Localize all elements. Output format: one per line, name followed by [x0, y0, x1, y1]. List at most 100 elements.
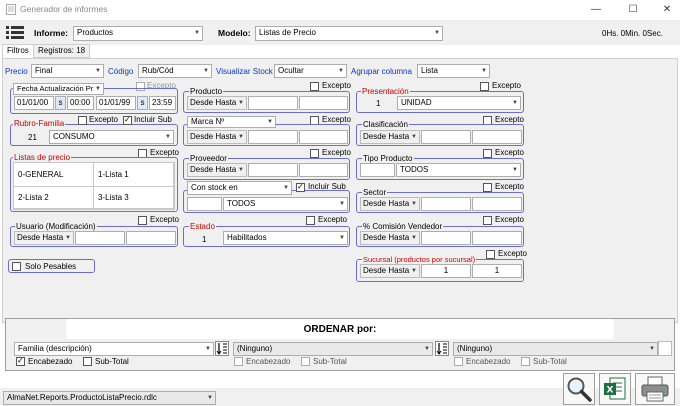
rubro-select[interactable]: CONSUMO ▼ [49, 130, 174, 144]
app-icon [6, 4, 16, 15]
col1-encabezado-checkbox[interactable] [16, 356, 25, 366]
sucursal-desde-hasta-button[interactable]: Desde Hasta ▼ [360, 264, 420, 278]
proveedor-excepto-checkbox[interactable] [310, 149, 319, 158]
sucursal-excepto-checkbox[interactable] [486, 250, 495, 259]
fecha-desde-picker-button[interactable]: s [55, 96, 66, 110]
stock-mode-select[interactable]: Con stock en ▼ [187, 181, 292, 195]
informe-label: Informe: [34, 28, 68, 38]
stock-incluir-sub-checkbox[interactable] [296, 182, 305, 192]
export-excel-button[interactable]: X [599, 373, 631, 405]
sector-desde-hasta-button[interactable]: Desde Hasta ▼ [360, 197, 420, 211]
maximize-button[interactable]: ☐ [620, 2, 646, 18]
marca-select[interactable]: Marca Nº ▼ [187, 116, 276, 128]
presentacion-select[interactable]: UNIDAD ▼ [397, 96, 521, 110]
usuario-desde-input[interactable] [75, 231, 125, 245]
stock-deposito-select[interactable]: TODOS ▼ [223, 197, 348, 211]
tipo-producto-title: Tipo Producto [362, 154, 414, 163]
sector-desde-input[interactable] [421, 197, 471, 211]
rubro-code: 21 [28, 133, 37, 142]
comision-desde-hasta-button[interactable]: Desde Hasta ▼ [360, 231, 420, 245]
fecha-field-select[interactable]: Fecha Actualización Pr ▼ [13, 83, 104, 95]
precio-select[interactable]: Final ▼ [31, 64, 104, 78]
agrupar-columna-select[interactable]: Lista ▼ [417, 64, 490, 78]
col3-subtotal-checkbox[interactable] [521, 357, 530, 366]
sector-excepto-checkbox[interactable] [483, 183, 492, 192]
tipo-producto-excepto-checkbox[interactable] [483, 149, 492, 158]
codigo-select[interactable]: Rub/Cód ▼ [138, 64, 212, 78]
marca-desde-hasta-button[interactable]: Desde Hasta ▼ [187, 130, 247, 144]
stock-incluir-sub-label: Incluir Sub [308, 182, 346, 191]
chevron-down-icon: ▼ [207, 395, 213, 401]
sort-order-icon[interactable] [658, 341, 672, 356]
minimize-button[interactable]: — [583, 2, 609, 18]
listas-excepto-label: Excepto [150, 148, 179, 157]
proveedor-desde-input[interactable] [248, 163, 298, 177]
ordenar-col3-select[interactable]: (Ninguno) ▼ [453, 342, 658, 356]
presentacion-excepto-label: Excepto [492, 81, 521, 90]
modelo-select[interactable]: Listas de Precio ▼ [255, 26, 443, 41]
fecha-hasta-date[interactable]: 01/01/99 [96, 96, 136, 110]
proveedor-desde-hasta-button[interactable]: Desde Hasta ▼ [187, 163, 247, 177]
clasificacion-hasta-input[interactable] [472, 130, 522, 144]
clasificacion-excepto-label: Excepto [495, 115, 524, 124]
tab-registros[interactable]: Registros: 18 [33, 44, 91, 58]
producto-desde-input[interactable] [248, 96, 298, 110]
col2-encabezado-checkbox[interactable] [234, 357, 243, 366]
comision-desde-input[interactable] [421, 231, 471, 245]
clasificacion-desde-hasta-button[interactable]: Desde Hasta ▼ [360, 130, 420, 144]
producto-excepto-checkbox[interactable] [310, 82, 319, 91]
usuario-hasta-input[interactable] [126, 231, 176, 245]
visualizar-stock-select[interactable]: Ocultar ▼ [274, 64, 347, 78]
producto-desde-hasta-button[interactable]: Desde Hasta ▼ [187, 96, 247, 110]
menu-icon[interactable] [5, 25, 25, 40]
proveedor-hasta-input[interactable] [299, 163, 348, 177]
marca-desde-input[interactable] [248, 130, 298, 144]
estado-select[interactable]: Habilitados ▼ [223, 231, 348, 245]
marca-hasta-input[interactable] [299, 130, 348, 144]
print-button[interactable] [635, 373, 675, 405]
sucursal-hasta-input[interactable]: 1 [472, 264, 522, 278]
comision-hasta-input[interactable] [472, 231, 522, 245]
estado-excepto-checkbox[interactable] [306, 216, 315, 225]
informe-select[interactable]: Productos ▼ [73, 26, 203, 41]
col3-encabezado-checkbox[interactable] [454, 357, 463, 366]
usuario-desde-hasta-button[interactable]: Desde Hasta ▼ [14, 231, 74, 245]
sucursal-desde-input[interactable]: 1 [421, 264, 471, 278]
report-file-select[interactable]: AlmaNet.Reports.ProductoListaPrecio.rdlc… [3, 391, 216, 405]
chevron-down-icon: ▼ [411, 134, 417, 140]
close-button[interactable]: ✕ [654, 2, 680, 18]
list-item[interactable]: 2-Lista 2 [14, 187, 94, 209]
tipo-producto-select[interactable]: TODOS ▼ [396, 163, 521, 177]
preview-button[interactable] [563, 373, 595, 405]
chevron-down-icon: ▼ [65, 235, 71, 241]
tipo-producto-code-input[interactable] [360, 163, 395, 177]
chevron-down-icon: ▼ [339, 201, 345, 207]
chevron-down-icon: ▼ [481, 68, 487, 74]
col3-encabezado-label: Encabezado [466, 357, 511, 366]
sort-order-icon[interactable] [215, 341, 229, 356]
tab-filtros[interactable]: Filtros [2, 44, 34, 58]
tipo-producto-excepto-label: Excepto [495, 148, 524, 157]
comision-excepto-checkbox[interactable] [483, 216, 492, 225]
fecha-desde-time[interactable]: 00:00 [67, 96, 94, 110]
col1-subtotal-checkbox[interactable] [83, 357, 92, 366]
list-item[interactable]: 0-GENERAL [14, 163, 94, 187]
rubro-excepto-checkbox[interactable] [78, 116, 87, 125]
rubro-incluir-sub-checkbox[interactable] [123, 115, 132, 125]
ordenar-col1-select[interactable]: Familia (descripción) ▼ [14, 342, 214, 356]
solo-pesables-checkbox[interactable] [12, 262, 21, 271]
sector-hasta-input[interactable] [472, 197, 522, 211]
col2-subtotal-checkbox[interactable] [301, 357, 310, 366]
usuario-excepto-checkbox[interactable] [138, 216, 147, 225]
list-item[interactable]: 3-Lista 3 [94, 187, 174, 209]
stock-code-input[interactable] [187, 197, 222, 211]
list-item[interactable]: 1-Lista 1 [94, 163, 174, 187]
ordenar-col2-select[interactable]: (Ninguno) ▼ [233, 342, 433, 356]
fecha-hasta-time[interactable]: 23:59 [149, 96, 176, 110]
presentacion-excepto-checkbox[interactable] [480, 82, 489, 91]
sort-order-icon[interactable] [435, 341, 449, 356]
fecha-hasta-picker-button[interactable]: s [137, 96, 148, 110]
fecha-desde-date[interactable]: 01/01/00 [14, 96, 54, 110]
producto-hasta-input[interactable] [299, 96, 348, 110]
clasificacion-desde-input[interactable] [421, 130, 471, 144]
